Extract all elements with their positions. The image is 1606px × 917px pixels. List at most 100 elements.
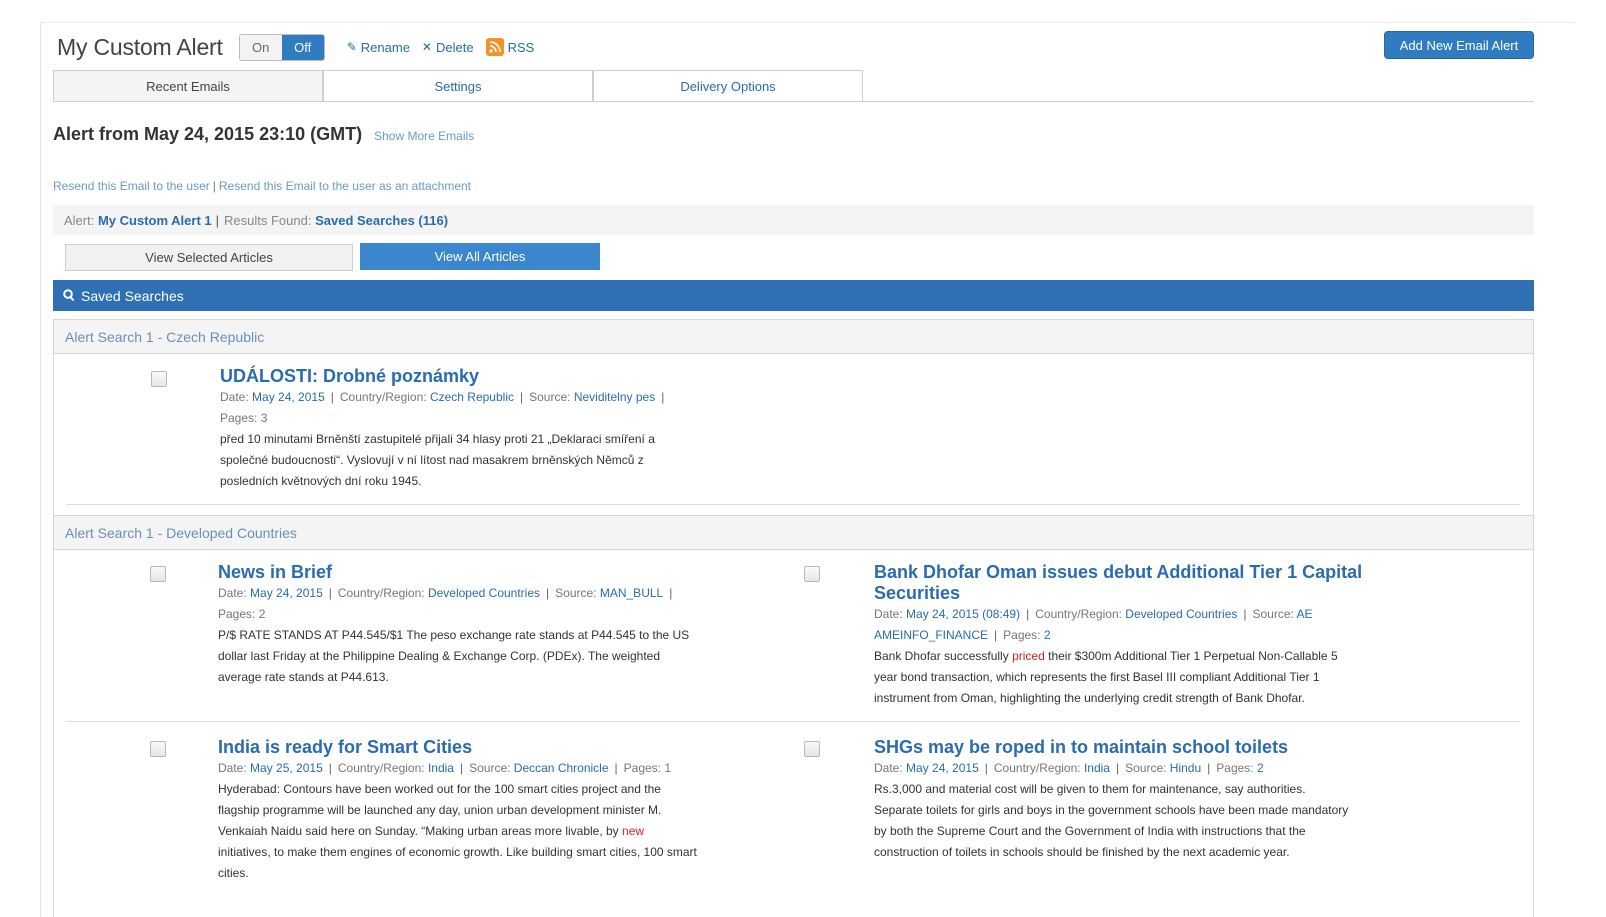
pages-label: Pages: [1003, 628, 1041, 642]
snippet-text: their $300m Additional Tier 1 Perpetual … [1048, 649, 1338, 663]
pages-value: 2 [258, 607, 266, 621]
country-label: Country/Region: [993, 761, 1081, 775]
alert-heading: Alert from May 24, 2015 23:10 (GMT) [53, 124, 363, 144]
article-title[interactable]: News in Brief [218, 562, 798, 583]
pages-label: Pages: [623, 761, 661, 775]
snippet-line: initiatives, to make them engines of eco… [218, 845, 697, 859]
article-snippet: Bank Dhofar successfully priced their $3… [874, 646, 1474, 709]
delete-label: Delete [435, 39, 474, 55]
article-source[interactable]: Hindu [1170, 761, 1201, 775]
source-label: Source: [529, 390, 571, 404]
article-title[interactable]: UDÁLOSTI: Drobné poznámky [220, 366, 780, 387]
search-icon [63, 289, 75, 302]
article-country[interactable]: India [428, 761, 454, 775]
country-label: Country/Region: [337, 586, 425, 600]
pages-value: 2 [1043, 628, 1051, 642]
snippet-line: flagship programme will be launched any … [218, 803, 662, 817]
saved-searches-bar: Saved Searches [53, 280, 1534, 311]
article-item: UDÁLOSTI: Drobné poznámky Date: May 24, … [220, 366, 780, 492]
article-country[interactable]: Developed Countries [1125, 607, 1237, 621]
article-title[interactable]: SHGs may be roped in to maintain school … [874, 737, 1474, 758]
article-meta: Date: May 24, 2015 | Country/Region: Devel… [218, 586, 673, 600]
tab-delivery-options[interactable]: Delivery Options [593, 70, 863, 102]
date-label: Date: [218, 586, 247, 600]
article-title[interactable]: Bank Dhofar Oman issues debut Additional… [874, 562, 1474, 604]
article-country[interactable]: India [1084, 761, 1110, 775]
source-label: Source: [555, 586, 597, 600]
article-date: May 24, 2015 [252, 390, 325, 404]
pages-value: 3 [260, 411, 268, 425]
snippet-line: posledních květnových dní roku 1945. [220, 474, 422, 488]
snippet-line: instrument from Oman, highlighting the u… [874, 691, 1305, 705]
row-divider [66, 721, 1520, 722]
pencil-icon: ✎ [346, 40, 357, 54]
alert-name[interactable]: My Custom Alert 1 [98, 213, 212, 228]
article-source-cont[interactable]: AMEINFO_FINANCE [874, 628, 988, 642]
section-header-developed[interactable]: Alert Search 1 - Developed Countries [53, 515, 1534, 550]
article-pages: Pages: 2 [218, 604, 798, 625]
alert-header: My Custom Alert On Off ✎ Rename ✕ Delete… [57, 30, 534, 64]
x-icon: ✕ [421, 40, 432, 54]
resend-user-link[interactable]: Resend this Email to the user [53, 179, 210, 193]
view-all-articles-button[interactable]: View All Articles [360, 243, 600, 270]
article-snippet: Hyderabad: Contours have been worked out… [218, 779, 798, 884]
article-source[interactable]: Neviditelny pes [574, 390, 655, 404]
date-label: Date: [218, 761, 247, 775]
resend-links: Resend this Email to the user | Resend thi… [53, 179, 471, 193]
rename-label: Rename [360, 39, 410, 55]
alert-heading-row: Alert from May 24, 2015 23:10 (GMT) Show… [53, 124, 474, 145]
article-pages: Pages: 3 [220, 408, 780, 429]
snippet-text: Venkaiah Naidu said here on Sunday. “Mak… [218, 824, 619, 838]
toggle-off[interactable]: Off [281, 34, 324, 60]
saved-searches-label: Saved Searches [81, 287, 184, 304]
snippet-line: Venkaiah Naidu said here on Sunday. “Mak… [218, 821, 798, 842]
section-header-czech[interactable]: Alert Search 1 - Czech Republic [53, 319, 1534, 354]
country-label: Country/Region: [1035, 607, 1122, 621]
toggle-on[interactable]: On [239, 34, 282, 60]
results-value[interactable]: Saved Searches (116) [315, 213, 448, 228]
highlight-term: priced [1012, 649, 1045, 663]
article-checkbox[interactable] [150, 566, 166, 582]
snippet-line: cities. [218, 866, 249, 880]
source-label: Source: [469, 761, 511, 775]
separator: | [212, 179, 216, 193]
tab-recent-emails[interactable]: Recent Emails [53, 70, 323, 102]
on-off-toggle[interactable]: On Off [238, 33, 325, 61]
pages-label: Pages: [218, 607, 256, 621]
article-checkbox[interactable] [804, 741, 820, 757]
results-label: Results Found: [224, 212, 312, 228]
article-checkbox[interactable] [151, 371, 167, 387]
pages-value: 1 [664, 761, 672, 775]
view-selected-articles-button[interactable]: View Selected Articles [65, 244, 353, 271]
rss-icon [485, 38, 504, 56]
snippet-line: P/$ RATE STANDS AT P44.545/$1 The peso e… [218, 628, 690, 642]
article-source[interactable]: Deccan Chronicle [514, 761, 609, 775]
article-source[interactable]: MAN_BULL [600, 586, 663, 600]
add-new-email-alert-button[interactable]: Add New Email Alert [1384, 31, 1534, 59]
pages-value: 2 [1256, 761, 1264, 775]
article-country[interactable]: Czech Republic [430, 390, 514, 404]
article-meta: Date: May 24, 2015 | Country/Region: Czech… [220, 390, 665, 404]
tab-bar: Recent Emails Settings Delivery Options [53, 70, 863, 102]
article-source[interactable]: AE [1297, 607, 1313, 621]
delete-link[interactable]: ✕ Delete [422, 40, 474, 55]
pages-label: Pages: [1216, 761, 1254, 775]
show-more-emails-link[interactable]: Show More Emails [374, 129, 474, 143]
title-line: Bank Dhofar Oman issues debut Additional… [874, 562, 1363, 582]
article-snippet: Rs.3,000 and material cost will be given… [874, 779, 1474, 863]
alert-title: My Custom Alert [57, 33, 223, 60]
rss-link[interactable]: RSS [485, 38, 534, 56]
tab-settings[interactable]: Settings [323, 70, 593, 102]
article-date: May 25, 2015 [250, 761, 323, 775]
article-checkbox[interactable] [804, 566, 820, 582]
snippet-line: Hyderabad: Contours have been worked out… [218, 782, 661, 796]
date-label: Date: [220, 390, 249, 404]
rename-link[interactable]: ✎ Rename [347, 40, 410, 55]
article-country[interactable]: Developed Countries [428, 586, 540, 600]
resend-attachment-link[interactable]: Resend this Email to the user as an atta… [219, 179, 471, 193]
article-title[interactable]: India is ready for Smart Cities [218, 737, 798, 758]
snippet-line: Bank Dhofar successfully priced their $3… [874, 646, 1474, 667]
snippet-text: Bank Dhofar successfully [874, 649, 1009, 663]
snippet-line: year bond transaction, which represents … [874, 670, 1320, 684]
article-checkbox[interactable] [150, 741, 166, 757]
